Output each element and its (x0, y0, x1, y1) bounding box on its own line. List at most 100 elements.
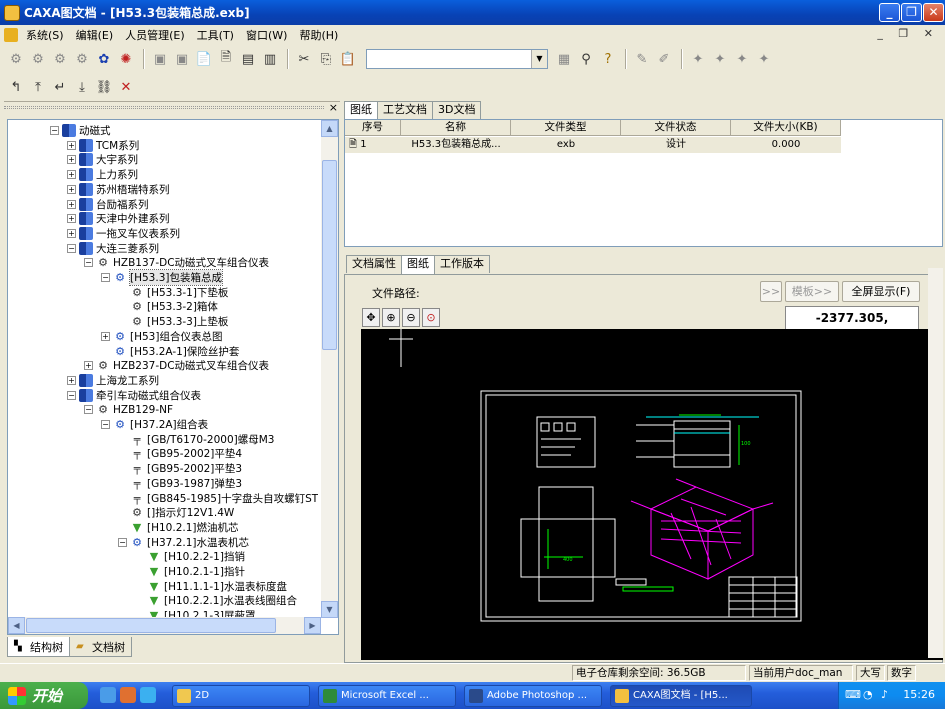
tree-item[interactable]: ⚙ []指示灯12V1.4W (118, 505, 234, 520)
tree-horizontal-scrollbar[interactable]: ◀ ▶ (8, 617, 321, 634)
taskbar-item-folder[interactable]: 2D (172, 685, 310, 707)
zoom-all-icon[interactable]: ⊙ (422, 308, 440, 327)
tree-item[interactable]: + 天津中外建系列 (67, 211, 170, 226)
pane-grip[interactable] (4, 106, 324, 109)
tab-work-version[interactable]: 工作版本 (434, 255, 490, 273)
scroll-down-icon[interactable]: ▼ (321, 601, 338, 618)
copy-icon[interactable]: ⎘ (316, 49, 336, 69)
expand-toggle-icon[interactable]: − (50, 126, 59, 135)
fullscreen-button[interactable]: 全屏显示(F) (842, 281, 920, 302)
scroll-thumb[interactable] (26, 618, 276, 633)
tab-drawings[interactable]: 图纸 (344, 101, 378, 120)
tree-item[interactable]: ⚙ [H53.3-2]箱体 (118, 299, 218, 314)
expand-toggle-icon[interactable]: + (67, 140, 76, 150)
expand-toggle-icon[interactable]: + (84, 361, 93, 371)
flow-back-icon[interactable]: ✦ (732, 49, 752, 69)
tree-item[interactable]: + 上海龙工系列 (67, 373, 159, 388)
scroll-thumb[interactable] (322, 160, 337, 350)
release-icon[interactable]: ⚙ (50, 49, 70, 69)
tree-item[interactable]: ╤ [GB845-1985]十字盘头自攻螺钉ST (118, 491, 318, 506)
print-icon[interactable]: ▦ (554, 49, 574, 69)
menu-window[interactable]: 窗口(W) (240, 27, 293, 43)
network-icon[interactable]: ◔ (863, 688, 873, 701)
expand-toggle-icon[interactable]: − (84, 405, 93, 415)
table-row[interactable]: 🗎 1 H53.3包装箱总成... exb 设计 0.000 (345, 137, 841, 153)
move-up-icon[interactable]: ↰ (6, 77, 26, 97)
menu-system[interactable]: 系统(S) (20, 27, 70, 43)
expand-toggle-icon[interactable]: − (84, 258, 93, 268)
browser-icon[interactable] (140, 687, 156, 703)
keyboard-icon[interactable]: ⌨ (845, 688, 861, 701)
menu-edit[interactable]: 编辑(E) (70, 27, 120, 43)
tree-item[interactable]: ⚙ [H53.2A-1]保险丝护套 (101, 344, 239, 359)
tree-item[interactable]: ╤ [GB/T6170-2000]螺母M3 (118, 432, 275, 447)
expand-toggle-icon[interactable]: + (67, 184, 76, 194)
preview-scrollbar[interactable] (928, 268, 943, 658)
tab-drawing[interactable]: 图纸 (401, 255, 435, 274)
scroll-left-icon[interactable]: ◀ (8, 617, 25, 634)
tree-item[interactable]: ╤ [GB93-1987]弹垫3 (118, 476, 242, 491)
tree-item[interactable]: + ⚙ [H53]组合仪表总图 (101, 329, 222, 344)
template-button[interactable]: 模板>> (785, 281, 839, 302)
column-header[interactable]: 名称 (401, 120, 511, 136)
taskbar-item-excel[interactable]: Microsoft Excel ... (318, 685, 456, 707)
column-header[interactable]: 序号 (345, 120, 401, 136)
tab-structure-tree[interactable]: ▚ 结构树 (7, 637, 70, 657)
column-header[interactable]: 文件大小(KB) (731, 120, 841, 136)
zoom-out-icon[interactable]: ⊖ (402, 308, 420, 327)
config-icon[interactable]: ✺ (116, 49, 136, 69)
report-icon[interactable]: ▥ (260, 49, 280, 69)
tree-item[interactable]: − ⚙ [H37.2A]组合表 (101, 417, 208, 432)
tree-item[interactable]: ⚙ [H53.3-3]上垫板 (118, 314, 228, 329)
expand-toggle-icon[interactable]: + (67, 155, 76, 165)
tab-doc-properties[interactable]: 文档属性 (346, 255, 402, 273)
tree-item[interactable]: + TCM系列 (67, 138, 139, 153)
drawing-canvas[interactable]: 400 100 (361, 329, 943, 660)
menu-tools[interactable]: 工具(T) (191, 27, 240, 43)
menu-help[interactable]: 帮助(H) (293, 27, 344, 43)
tree-item[interactable]: ▼ [H11.1.1-1]水温表标度盘 (135, 579, 287, 594)
tree-item[interactable]: − ⚙ [H37.2.1]水温表机芯 (118, 535, 249, 550)
tree-item[interactable]: ▼ [H10.2.2.1]水温表线圈组合 (135, 593, 297, 608)
scroll-up-icon[interactable]: ▲ (321, 120, 338, 137)
tree-item[interactable]: − ⚙ [H53.3]包装箱总成 (101, 269, 223, 286)
checkout-icon[interactable]: ⚙ (6, 49, 26, 69)
tree-item[interactable]: ▼ [H10.2.1]燃油机芯 (118, 520, 239, 535)
maximize-button[interactable]: ❐ (901, 3, 922, 22)
expand-toggle-icon[interactable]: − (67, 243, 76, 253)
tree-item[interactable]: − ⚙ HZB129-NF (84, 402, 173, 417)
tree-item[interactable]: ⚙ [H53.3-1]下垫板 (118, 285, 228, 300)
move-down-icon[interactable]: ⤓ (72, 77, 92, 97)
flow-start-icon[interactable]: ✦ (688, 49, 708, 69)
tree-item[interactable]: ▼ [H10.2.1-1]指针 (135, 564, 245, 579)
properties-icon[interactable]: ▤ (238, 49, 258, 69)
delete-document-icon[interactable]: 🗎 (216, 49, 236, 69)
open-folder-icon[interactable]: ▣ (172, 49, 192, 69)
tree-item[interactable]: + 大宇系列 (67, 152, 138, 167)
document-menu-icon[interactable] (4, 27, 18, 42)
link-icon[interactable]: ⛓ (94, 77, 114, 97)
new-document-icon[interactable]: 📄 (194, 49, 214, 69)
help-icon[interactable]: ? (598, 49, 618, 69)
tree-item[interactable]: ╤ [GB95-2002]平垫3 (118, 461, 242, 476)
scroll-right-icon[interactable]: ▶ (304, 617, 321, 634)
unlink-icon[interactable]: ✕ (116, 77, 136, 97)
tree-item[interactable]: + 一拖叉车仪表系列 (67, 226, 180, 241)
checkin-icon[interactable]: ⚙ (28, 49, 48, 69)
cut-icon[interactable]: ✂ (294, 49, 314, 69)
column-header[interactable]: 文件类型 (511, 120, 621, 136)
expand-toggle-icon[interactable]: − (67, 390, 76, 400)
find-icon[interactable]: ⚲ (576, 49, 596, 69)
close-button[interactable]: ✕ (923, 3, 944, 22)
tree-item[interactable]: + 台励福系列 (67, 197, 149, 212)
tab-process-docs[interactable]: 工艺文档 (377, 101, 433, 119)
sign-icon[interactable]: ✎ (632, 49, 652, 69)
settings-icon[interactable]: ✿ (94, 49, 114, 69)
expand-toggle-icon[interactable]: − (101, 273, 110, 282)
tree-item[interactable]: − 牵引车动磁式组合仪表 (67, 388, 201, 403)
start-button[interactable]: 开始 (0, 682, 88, 709)
expand-toggle-icon[interactable]: + (67, 199, 76, 209)
taskbar-item-photoshop[interactable]: Adobe Photoshop ... (464, 685, 602, 707)
expand-toggle-icon[interactable]: + (67, 228, 76, 238)
menu-personnel[interactable]: 人员管理(E) (119, 27, 191, 43)
